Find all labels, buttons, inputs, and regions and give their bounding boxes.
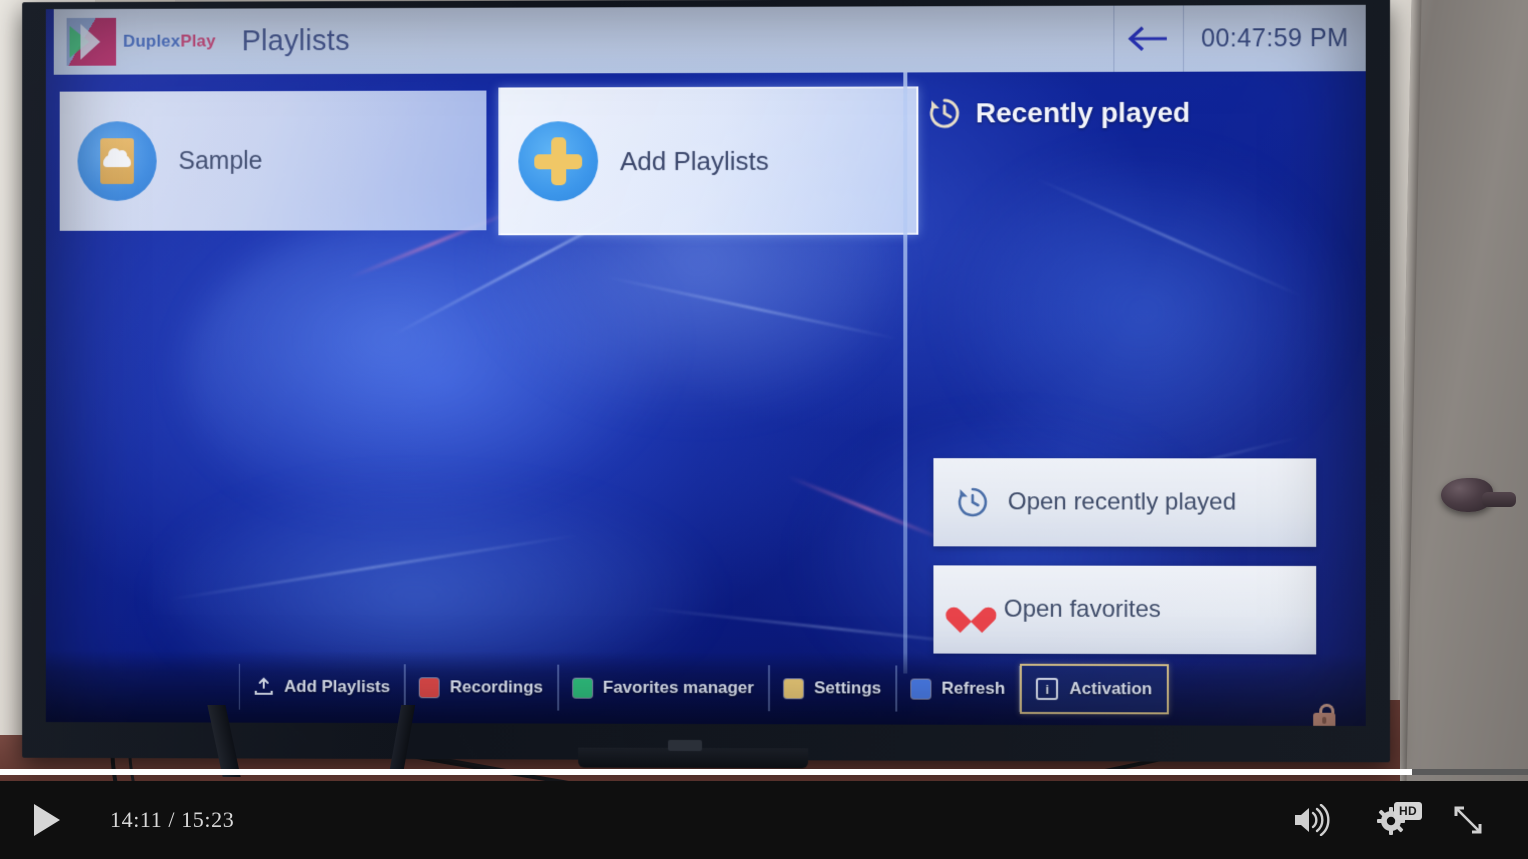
square-icon [420,678,439,697]
bottom-toolbar: Add Playlists Recordings Favorites manag… [46,650,1366,726]
toolbar-item-label: Activation [1069,679,1152,699]
playlist-card-sample[interactable]: Sample [60,91,487,231]
toolbar-item-label: Favorites manager [603,678,754,698]
panel-divider [903,72,907,673]
file-cloud-icon [77,121,156,201]
wallpaper-wisp [942,146,1345,478]
logo-duplex-text: Duplex [123,32,180,51]
back-button[interactable] [1113,5,1184,71]
app-header: DuplexPlay Playlists 00:47:59 PM [54,5,1366,75]
wallpaper-streak [167,534,580,601]
side-button-label: Open favorites [1004,596,1161,624]
back-arrow-icon [1127,24,1171,54]
history-clock-icon [927,96,961,130]
toolbar-activation[interactable]: i Activation [1020,664,1168,715]
playlist-card-add-playlists[interactable]: Add Playlists [498,86,918,235]
plus-icon [518,121,598,201]
wallpaper-streak-pink [788,475,947,542]
toolbar-item-label: Recordings [450,677,543,697]
toolbar-favorites-manager[interactable]: Favorites manager [558,665,769,712]
progress-bar-track[interactable] [0,769,1528,775]
open-favorites-button[interactable]: Open favorites [933,565,1316,654]
upload-icon [254,677,274,697]
open-recently-played-button[interactable]: Open recently played [933,458,1316,547]
page-title: Playlists [242,25,350,58]
time-display: 14:11 / 15:23 [110,807,234,833]
toolbar-add-playlists[interactable]: Add Playlists [239,664,405,710]
video-player-controls: 14:11 / 15:23 HD [0,781,1528,859]
fullscreen-button[interactable] [1452,804,1484,836]
playlist-card-label: Sample [178,146,262,175]
volume-button[interactable] [1292,804,1332,836]
info-icon: i [1036,678,1058,700]
recently-played-title: Recently played [976,97,1191,130]
toolbar-item-label: Settings [814,678,881,698]
wallpaper-wisp [184,207,702,537]
header-spacer [350,39,1114,41]
play-button[interactable] [34,804,60,836]
unlocked-padlock-icon [1313,704,1335,726]
tv-brand-logo [668,740,702,751]
hd-quality-badge: HD [1394,802,1422,820]
volume-high-icon [1292,804,1332,836]
app-logo-text: DuplexPlay [123,31,216,51]
square-icon [573,678,592,697]
clock-display: 00:47:59 PM [1184,23,1366,53]
duplexplay-logo-icon [67,18,116,66]
room-photo-scene: DuplexPlay Playlists 00:47:59 PM Sample … [0,0,1528,781]
playlist-card-label: Add Playlists [620,145,769,176]
wallpaper-streak [605,276,899,340]
tv-screen: DuplexPlay Playlists 00:47:59 PM Sample … [46,5,1366,726]
door-knob-stem [1482,492,1516,507]
history-clock-icon [956,485,990,519]
logo-play-text: Play [180,31,215,50]
progress-bar-fill [0,769,1412,775]
square-icon [911,679,930,698]
toolbar-recordings[interactable]: Recordings [405,664,558,710]
player-control-row: 14:11 / 15:23 HD [0,781,1528,859]
square-icon [784,679,803,698]
fullscreen-expand-icon [1452,804,1484,836]
recently-played-header: Recently played [927,96,1190,131]
toolbar-refresh[interactable]: Refresh [896,665,1020,711]
toolbar-item-label: Refresh [941,679,1005,699]
side-button-label: Open recently played [1008,488,1236,516]
toolbar-settings[interactable]: Settings [769,665,896,711]
toolbar-item-label: Add Playlists [284,677,390,697]
television: DuplexPlay Playlists 00:47:59 PM Sample … [22,0,1390,762]
wallpaper-streak [1035,178,1303,298]
quality-settings-button[interactable]: HD [1376,805,1406,835]
heart-icon [956,596,986,623]
